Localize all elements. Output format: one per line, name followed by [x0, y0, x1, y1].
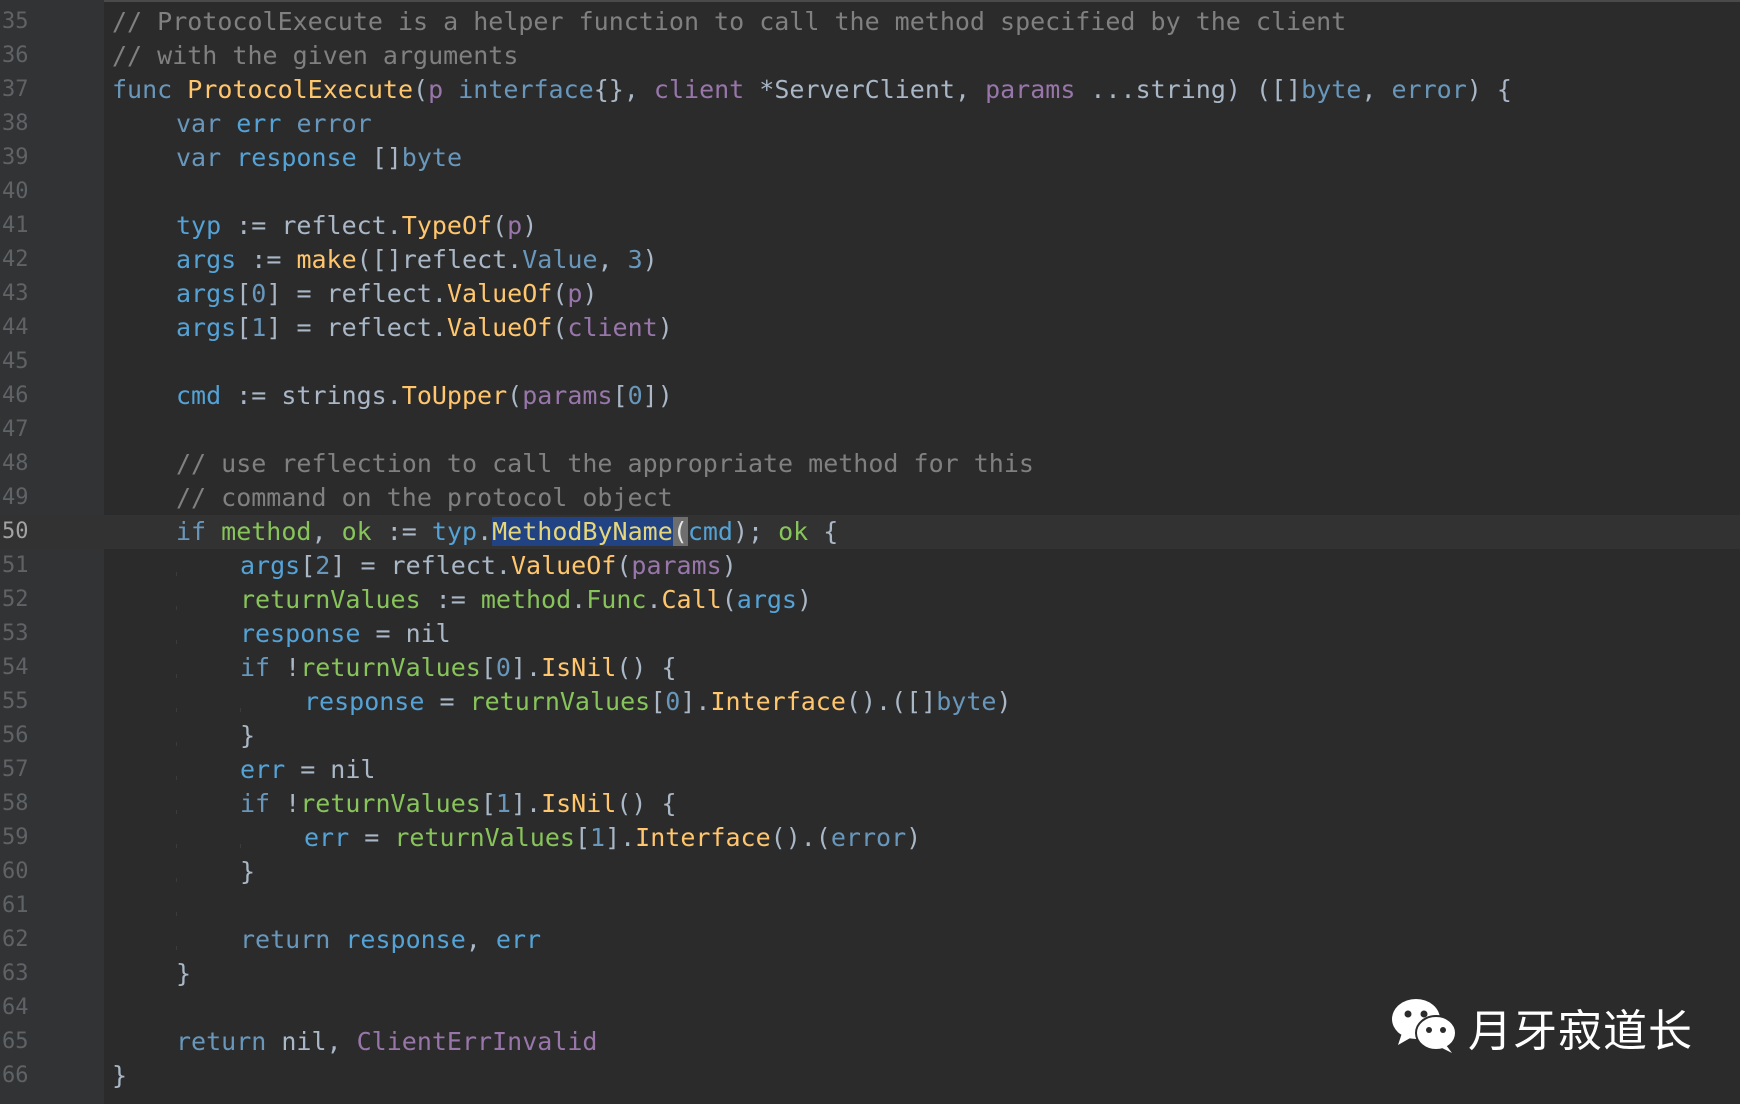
code-text: returnValues := method.Func.Call(args) — [176, 585, 813, 614]
line-number: 61 — [2, 893, 29, 918]
code-text: response = nil — [176, 619, 451, 648]
code-text: cmd := strings.ToUpper(params[0]) — [176, 381, 673, 410]
line-number: 63 — [2, 961, 29, 986]
code-text: // command on the protocol object — [176, 483, 673, 512]
code-line-current[interactable]: 50 if method, ok := typ.MethodByName(cmd… — [0, 515, 1740, 549]
line-number: 66 — [2, 1063, 29, 1088]
watermark-text: 月牙寂道长 — [1468, 1006, 1693, 1057]
line-number: 37 — [2, 77, 29, 102]
code-line[interactable]: 52 returnValues := method.Func.Call(args… — [0, 583, 1740, 617]
code-line[interactable]: 39 var response []byte — [0, 141, 1740, 175]
line-number: 57 — [2, 757, 29, 782]
line-number: 44 — [2, 315, 29, 340]
line-number: 46 — [2, 383, 29, 408]
code-text: if method, ok := typ.MethodByName(cmd); … — [176, 517, 839, 546]
code-line[interactable]: 49 // command on the protocol object — [0, 481, 1740, 515]
line-number: 42 — [2, 247, 29, 272]
code-text: if !returnValues[1].IsNil() { — [176, 789, 677, 818]
code-text: response = returnValues[0].Interface().(… — [176, 687, 1012, 716]
line-number: 65 — [2, 1029, 29, 1054]
code-line[interactable]: 51 args[2] = reflect.ValueOf(params) — [0, 549, 1740, 583]
code-text: // ProtocolExecute is a helper function … — [112, 7, 1347, 36]
code-text: err = returnValues[1].Interface().(error… — [176, 823, 922, 852]
code-line[interactable]: 58 if !returnValues[1].IsNil() { — [0, 787, 1740, 821]
code-line[interactable]: 63 } — [0, 957, 1740, 991]
line-number: 59 — [2, 825, 29, 850]
code-line[interactable]: 44 args[1] = reflect.ValueOf(client) — [0, 311, 1740, 345]
code-line[interactable]: 66 } — [0, 1059, 1740, 1093]
watermark: 月牙寂道长 — [1390, 992, 1693, 1062]
line-number: 48 — [2, 451, 29, 476]
line-number: 38 — [2, 111, 29, 136]
code-text: return response, err — [176, 925, 542, 954]
code-line[interactable]: 36 // with the given arguments — [0, 39, 1740, 73]
line-number: 41 — [2, 213, 29, 238]
wechat-icon — [1390, 995, 1458, 1059]
code-line[interactable]: 55 response = returnValues[0].Interface(… — [0, 685, 1740, 719]
code-line[interactable]: 57 err = nil — [0, 753, 1740, 787]
code-line[interactable]: 54 if !returnValues[0].IsNil() { — [0, 651, 1740, 685]
line-number: 39 — [2, 145, 29, 170]
code-line[interactable]: 42 args := make([]reflect.Value, 3) — [0, 243, 1740, 277]
code-line[interactable]: 43 args[0] = reflect.ValueOf(p) — [0, 277, 1740, 311]
code-text: args := make([]reflect.Value, 3) — [176, 245, 658, 274]
code-line[interactable]: 60 } — [0, 855, 1740, 889]
code-text: var err error — [176, 109, 372, 138]
code-text: } — [176, 721, 256, 750]
line-number: 43 — [2, 281, 29, 306]
line-number: 58 — [2, 791, 29, 816]
code-line[interactable]: 46 cmd := strings.ToUpper(params[0]) — [0, 379, 1740, 413]
code-text: args[2] = reflect.ValueOf(params) — [176, 551, 737, 580]
line-number: 35 — [2, 9, 29, 34]
code-text: } — [176, 857, 256, 886]
line-number: 55 — [2, 689, 29, 714]
code-text: args[0] = reflect.ValueOf(p) — [176, 279, 598, 308]
code-line[interactable]: 45 — [0, 345, 1740, 379]
editor-top-border — [104, 0, 1740, 2]
line-number: 62 — [2, 927, 29, 952]
code-line[interactable]: 62 return response, err — [0, 923, 1740, 957]
code-text: typ := reflect.TypeOf(p) — [176, 211, 538, 240]
code-text: // with the given arguments — [112, 41, 519, 70]
code-text — [112, 889, 240, 923]
code-line[interactable]: 61 — [0, 889, 1740, 923]
code-line[interactable]: 47 — [0, 413, 1740, 447]
line-number: 51 — [2, 553, 29, 578]
code-line[interactable]: 53 response = nil — [0, 617, 1740, 651]
code-editor[interactable]: 35 // ProtocolExecute is a helper functi… — [0, 5, 1740, 1093]
code-line[interactable]: 35 // ProtocolExecute is a helper functi… — [0, 5, 1740, 39]
line-number: 53 — [2, 621, 29, 646]
code-text: var response []byte — [176, 143, 463, 172]
code-text: err = nil — [176, 755, 376, 784]
line-number: 40 — [2, 179, 29, 204]
code-line[interactable]: 41 typ := reflect.TypeOf(p) — [0, 209, 1740, 243]
code-line[interactable]: 59 err = returnValues[1].Interface().(er… — [0, 821, 1740, 855]
line-number: 36 — [2, 43, 29, 68]
line-number: 60 — [2, 859, 29, 884]
line-number: 49 — [2, 485, 29, 510]
text-caret: ( — [672, 517, 688, 546]
line-number: 47 — [2, 417, 29, 442]
code-line[interactable]: 48 // use reflection to call the appropr… — [0, 447, 1740, 481]
code-line[interactable]: 40 — [0, 175, 1740, 209]
code-text: return nil, ClientErrInvalid — [176, 1027, 598, 1056]
code-line[interactable]: 38 var err error — [0, 107, 1740, 141]
selected-text[interactable]: MethodByName — [492, 517, 673, 546]
line-number: 50 — [2, 519, 29, 544]
code-line[interactable]: 56 } — [0, 719, 1740, 753]
line-number: 54 — [2, 655, 29, 680]
code-text: // use reflection to call the appropriat… — [176, 449, 1034, 478]
line-number: 64 — [2, 995, 29, 1020]
line-number: 56 — [2, 723, 29, 748]
code-line[interactable]: 37 func ProtocolExecute(p interface{}, c… — [0, 73, 1740, 107]
line-number: 45 — [2, 349, 29, 374]
code-text: func ProtocolExecute(p interface{}, clie… — [112, 75, 1512, 104]
code-text: } — [176, 959, 192, 988]
code-text: args[1] = reflect.ValueOf(client) — [176, 313, 673, 342]
line-number: 52 — [2, 587, 29, 612]
code-text: if !returnValues[0].IsNil() { — [176, 653, 677, 682]
code-text: } — [112, 1061, 128, 1090]
